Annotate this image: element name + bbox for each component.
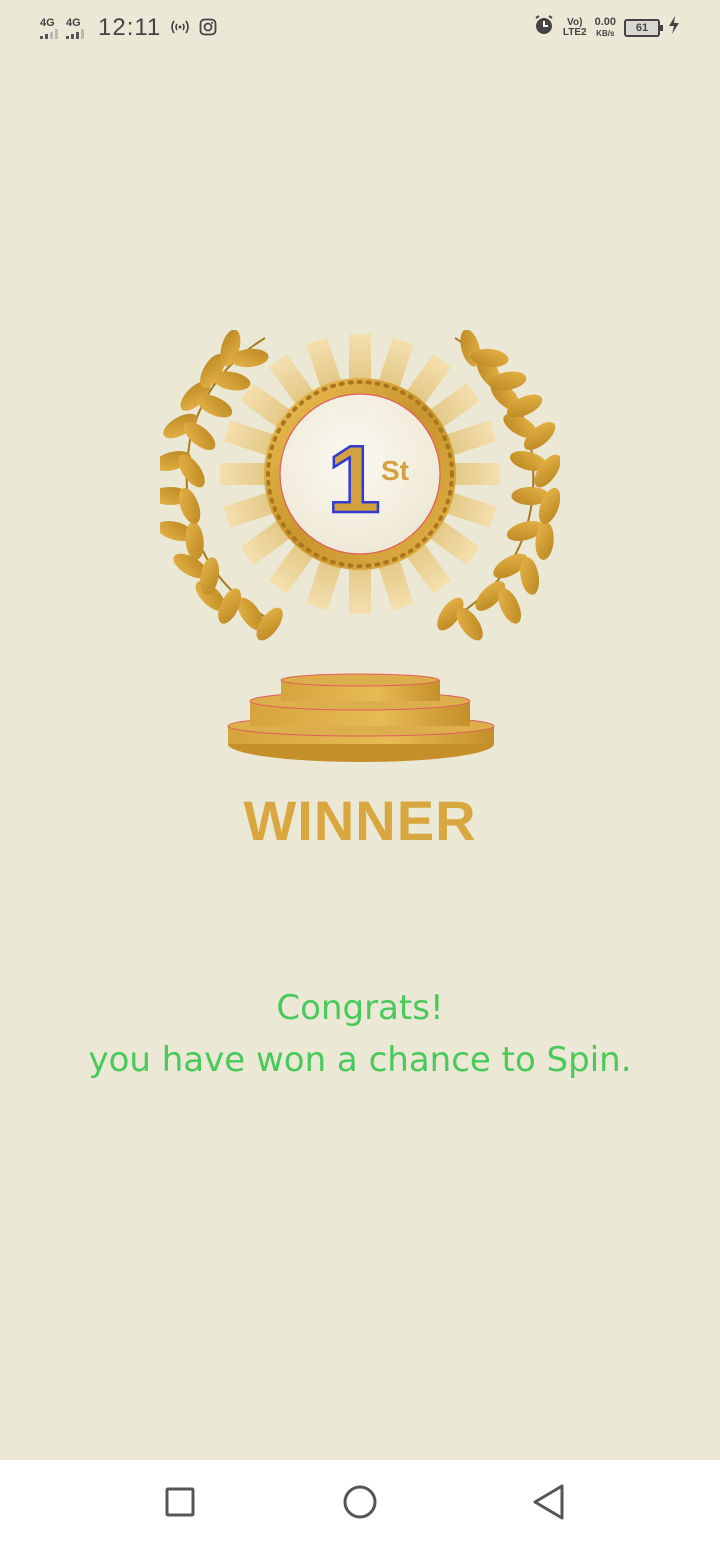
spin-chance-line: you have won a chance to Spin. xyxy=(88,1040,632,1080)
triangle-back-icon xyxy=(533,1484,564,1520)
ray xyxy=(349,568,371,614)
signal-bars-icon xyxy=(40,28,58,39)
medal: 1 St xyxy=(264,378,456,570)
award-illustration: 1 St xyxy=(151,329,561,770)
network-type-label: 4G xyxy=(40,16,55,29)
ray xyxy=(223,420,274,456)
status-bar: 4G 4G 12:11 Vo) LTE2 0.00 KB/s 61 xyxy=(0,0,720,56)
status-right: Vo) LTE2 0.00 KB/s 61 xyxy=(533,14,680,41)
ray xyxy=(446,492,497,528)
podium xyxy=(227,673,495,762)
ray xyxy=(454,463,500,485)
ray xyxy=(446,420,497,456)
network-type-label: 4G xyxy=(66,16,81,29)
instagram-icon xyxy=(199,18,217,39)
battery-indicator: 61 xyxy=(624,18,663,37)
ray xyxy=(378,337,414,388)
hotspot-icon xyxy=(169,18,191,39)
back-button[interactable] xyxy=(528,1482,568,1522)
ray xyxy=(220,463,266,485)
charging-icon xyxy=(668,15,680,40)
ray xyxy=(349,334,371,380)
status-left: 4G 4G 12:11 xyxy=(40,14,217,42)
network-speed: 0.00 KB/s xyxy=(594,15,616,38)
recents-button[interactable] xyxy=(160,1482,200,1522)
alarm-icon xyxy=(533,14,555,41)
signal-sim1: 4G xyxy=(40,16,58,39)
signal-bars-icon xyxy=(66,28,84,39)
congrats-message: Congrats! you have won a chance to Spin. xyxy=(0,982,720,1086)
congrats-line: Congrats! xyxy=(276,988,444,1028)
place-suffix: St xyxy=(381,455,409,486)
home-button[interactable] xyxy=(340,1482,380,1522)
navigation-bar xyxy=(0,1460,720,1544)
clock: 12:11 xyxy=(98,14,162,41)
volte-indicator: Vo) LTE2 xyxy=(562,16,587,38)
ray xyxy=(223,492,274,528)
ray xyxy=(378,560,414,611)
signal-sim2: 4G xyxy=(66,16,84,39)
medal-laurel-graphic: 1 St xyxy=(151,329,561,762)
place-number: 1 xyxy=(327,426,380,533)
circle-icon xyxy=(343,1485,377,1519)
square-icon xyxy=(165,1487,195,1517)
ray xyxy=(306,560,342,611)
ray xyxy=(306,337,342,388)
winner-title: WINNER xyxy=(243,789,477,852)
